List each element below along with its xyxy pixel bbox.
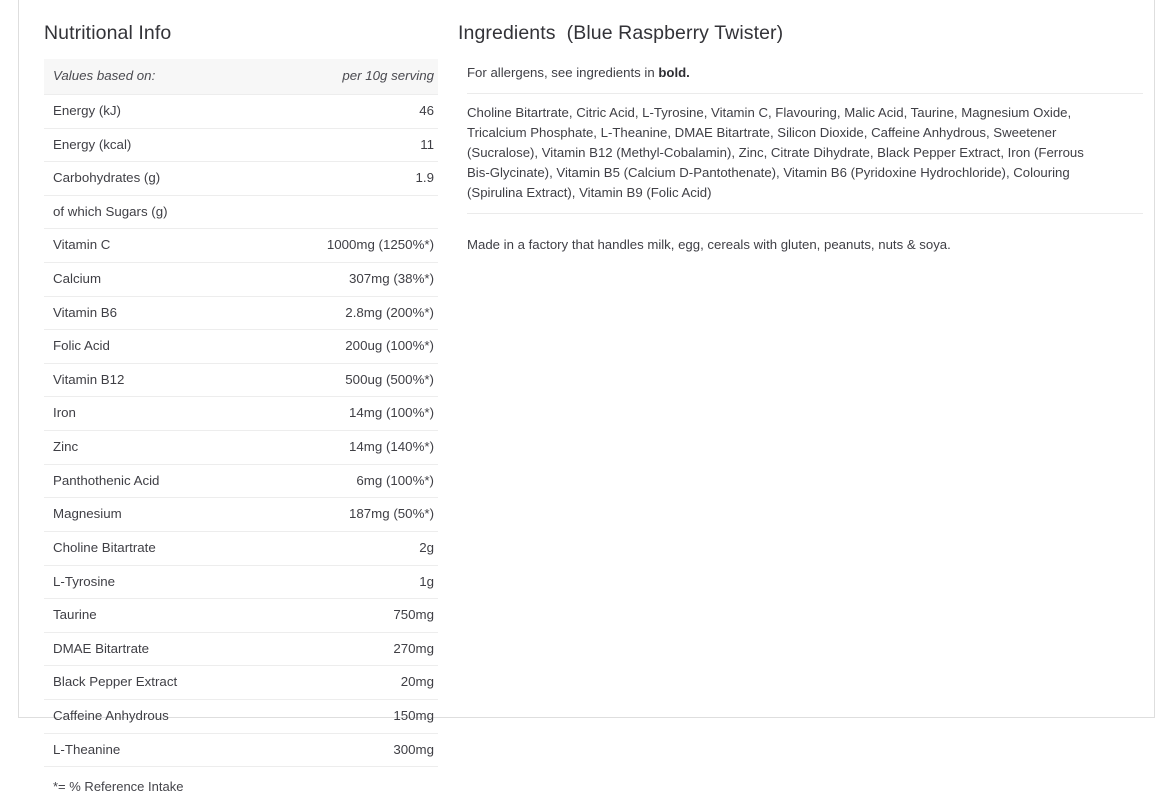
table-row: Magnesium 187mg (50%*) [44,497,438,532]
nutrient-value: 11 [241,128,438,163]
table-row: Taurine 750mg [44,598,438,633]
ingredients-title: Ingredients (Blue Raspberry Twister) [458,22,1143,45]
reference-intake-footnote: *= % Reference Intake [53,779,184,795]
nutrient-value: 500ug (500%*) [241,363,438,398]
table-row: of which Sugars (g) [44,195,438,230]
nutritional-info-column: Nutritional Info Values based on: per 10… [18,0,438,794]
nutrient-name: Caffeine Anhydrous [44,699,241,734]
nutrient-value: 6mg (100%*) [241,464,438,499]
table-row: Energy (kcal) 11 [44,128,438,163]
nutrient-name: Iron [44,396,241,432]
allergen-note-prefix: For allergens, see ingredients in [467,65,659,81]
nutrient-value: 270mg [241,632,438,667]
ingredients-column: Ingredients (Blue Raspberry Twister) For… [438,0,1165,743]
table-row: L-Tyrosine 1g [44,565,438,600]
product-info-content: Nutritional Info Values based on: per 10… [18,0,1155,794]
nutrient-value: 187mg (50%*) [241,497,438,532]
nutrient-value: 1.9 [241,161,438,196]
nutrient-value: 150mg [241,699,438,734]
product-info-page: Nutritional Info Values based on: per 10… [0,0,1175,794]
allergen-note: For allergens, see ingredients in bold. [458,59,1143,92]
nutrient-value: 14mg (140%*) [241,430,438,465]
nutrient-value: 2.8mg (200%*) [241,296,438,331]
nutrient-name: Energy (kJ) [44,94,241,129]
nutrition-table: Values based on: per 10g serving Energy … [44,59,438,768]
table-row: Vitamin B6 2.8mg (200%*) [44,296,438,331]
nutrition-table-head: Values based on: per 10g serving [44,59,438,96]
table-row: Black Pepper Extract 20mg [44,665,438,700]
table-row: Calcium 307mg (38%*) [44,262,438,297]
nutrient-value: 1g [241,565,438,600]
table-row: Folic Acid 200ug (100%*) [44,329,438,364]
nutrient-name: Zinc [44,430,241,465]
nutrient-name: Calcium [44,262,241,297]
nutrient-name: Vitamin B12 [44,363,241,398]
nutrient-value: 200ug (100%*) [241,329,438,364]
table-row: Vitamin B12 500ug (500%*) [44,363,438,398]
table-row: DMAE Bitartrate 270mg [44,632,438,667]
nutrient-value: 300mg [241,733,438,768]
nutrient-name: L-Theanine [44,733,241,768]
ingredients-list: Choline Bitartrate, Citric Acid, L-Tyros… [467,104,1084,200]
nutrient-name: Vitamin C [44,228,241,264]
nutrient-value: 307mg (38%*) [241,262,438,297]
table-row: Choline Bitartrate 2g [44,531,438,566]
table-row: Energy (kJ) 46 [44,94,438,129]
nutrition-header-value: per 10g serving [241,59,438,96]
table-row: Zinc 14mg (140%*) [44,430,438,465]
nutrient-name: Energy (kcal) [44,128,241,163]
nutrient-name: Folic Acid [44,329,241,364]
nutrient-value: 20mg [241,665,438,700]
nutrient-value: 46 [241,94,438,129]
nutrient-value: 14mg (100%*) [241,396,438,432]
nutrient-name: L-Tyrosine [44,565,241,600]
nutrient-name: Taurine [44,598,241,633]
nutrient-name: Choline Bitartrate [44,531,241,566]
factory-allergen-note: Made in a factory that handles milk, egg… [467,236,951,252]
table-row: Vitamin C 1000mg (1250%*) [44,228,438,264]
table-row: Panthothenic Acid 6mg (100%*) [44,464,438,499]
nutrient-name: of which Sugars (g) [44,195,241,230]
table-row: Caffeine Anhydrous 150mg [44,699,438,734]
table-row: Iron 14mg (100%*) [44,396,438,432]
nutrition-header-label: Values based on: [44,59,241,96]
nutrient-value [241,195,438,230]
nutrient-value: 2g [241,531,438,566]
table-row: Carbohydrates (g) 1.9 [44,161,438,196]
nutrient-value: 1000mg (1250%*) [241,228,438,264]
nutrient-value: 750mg [241,598,438,633]
nutrient-name: Carbohydrates (g) [44,161,241,196]
nutrition-table-body: Energy (kJ) 46 Energy (kcal) 11 Carbohydrate… [44,94,438,768]
ingredients-variant-label: (Blue Raspberry Twister) [566,22,784,44]
nutrient-name: Black Pepper Extract [44,665,241,700]
table-row: L-Theanine 300mg [44,733,438,768]
ingredients-title-text: Ingredients [458,22,556,44]
nutrient-name: Magnesium [44,497,241,532]
nutrient-name: Vitamin B6 [44,296,241,331]
nutrient-name: DMAE Bitartrate [44,632,241,667]
nutrient-name: Panthothenic Acid [44,464,241,499]
allergen-note-bold: bold. [658,65,690,81]
nutrition-header-row: Values based on: per 10g serving [44,59,438,96]
nutritional-info-title: Nutritional Info [44,22,172,44]
